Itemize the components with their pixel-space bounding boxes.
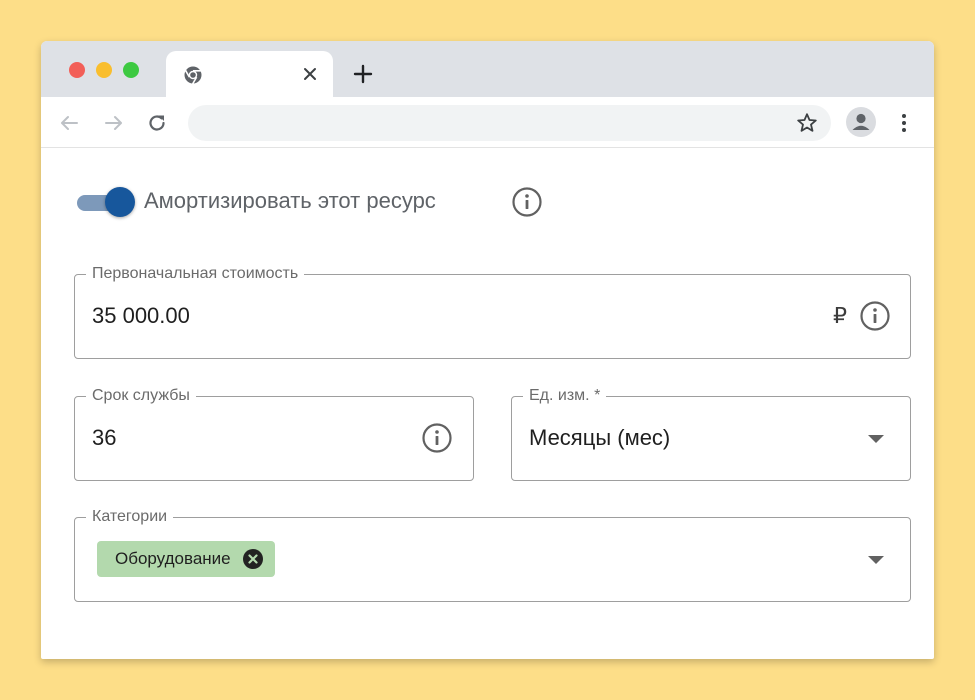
categories-label: Категории [86, 508, 174, 526]
remove-chip-icon[interactable] [242, 549, 263, 569]
maximize-window-button[interactable] [123, 62, 139, 78]
person-icon [852, 113, 870, 130]
unit-select[interactable]: Ед. изм. * Месяцы (мес) [511, 387, 911, 481]
back-arrow-icon[interactable] [58, 112, 80, 134]
chrome-icon [184, 66, 202, 85]
service-life-field[interactable]: Срок службы 36 [74, 387, 474, 481]
browser-window: Амортизировать этот ресурс Первоначальна… [41, 41, 934, 659]
initial-cost-field[interactable]: Первоначальная стоимость 35 000.00 ₽ [74, 265, 911, 359]
initial-cost-label: Первоначальная стоимость [86, 265, 305, 283]
unit-value: Месяцы (мес) [529, 425, 671, 450]
category-chip-label: Оборудование [115, 549, 231, 568]
browser-tab[interactable] [166, 51, 333, 97]
ruble-currency-symbol: ₽ [833, 303, 847, 328]
service-life-label: Срок службы [86, 387, 196, 405]
forward-arrow-icon[interactable] [103, 112, 125, 134]
dropdown-arrow-icon[interactable] [868, 556, 884, 564]
categories-select[interactable]: Категории Оборудование [74, 508, 911, 602]
address-bar[interactable] [188, 105, 831, 141]
category-chip[interactable]: Оборудование [97, 541, 275, 577]
depreciate-label: Амортизировать этот ресурс [144, 188, 436, 213]
info-icon[interactable] [859, 300, 891, 332]
browser-toolbar [41, 97, 934, 148]
service-life-value[interactable]: 36 [92, 425, 116, 451]
dropdown-arrow-icon[interactable] [868, 435, 884, 443]
minimize-window-button[interactable] [96, 62, 112, 78]
initial-cost-value[interactable]: 35 000.00 [92, 303, 190, 329]
close-window-button[interactable] [69, 62, 85, 78]
reload-icon[interactable] [146, 112, 168, 134]
depreciate-toggle[interactable] [77, 185, 135, 219]
tab-bar [41, 41, 934, 97]
new-tab-icon[interactable] [352, 63, 374, 85]
more-menu-icon[interactable] [896, 111, 912, 135]
form-content: Амортизировать этот ресурс Первоначальна… [41, 148, 934, 659]
toggle-knob [105, 187, 135, 217]
close-tab-icon[interactable] [300, 64, 320, 84]
profile-avatar[interactable] [846, 107, 876, 137]
unit-label: Ед. изм. * [523, 387, 607, 405]
info-icon[interactable] [421, 422, 453, 454]
info-icon[interactable] [511, 186, 543, 218]
bookmark-star-icon[interactable] [795, 111, 819, 135]
